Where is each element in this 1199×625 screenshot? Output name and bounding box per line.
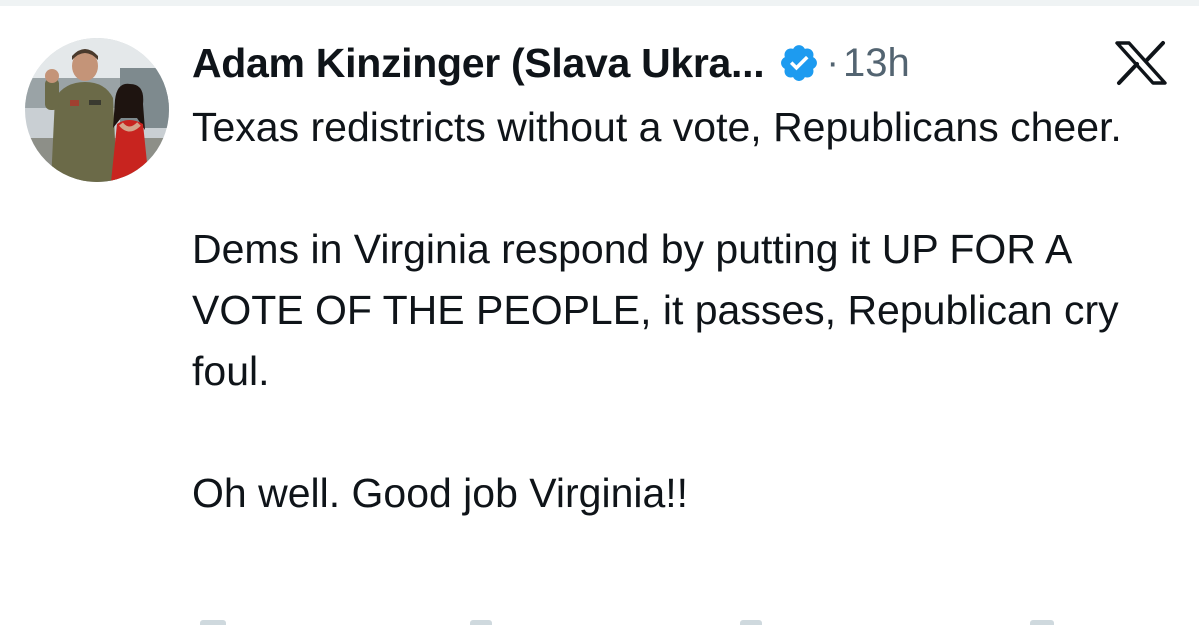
tweet-paragraph-3: Oh well. Good job Virginia!!: [192, 470, 689, 516]
separator-dot: ·: [826, 41, 839, 84]
tweet-header: Adam Kinzinger (Slava Ukra... · 13h: [192, 36, 910, 90]
tweet-paragraph-1: Texas redistricts without a vote, Republ…: [192, 104, 1122, 150]
timestamp[interactable]: 13h: [843, 41, 910, 86]
tweet-paragraph-2: Dems in Virginia respond by putting it U…: [192, 226, 1119, 394]
next-row-peek: [0, 616, 1199, 625]
avatar-photo: [25, 38, 169, 182]
tweet-text: Texas redistricts without a vote, Republ…: [192, 97, 1192, 524]
tweet[interactable]: Adam Kinzinger (Slava Ukra... · 13h Texa…: [0, 0, 1199, 625]
avatar[interactable]: [25, 38, 169, 182]
x-logo-icon[interactable]: [1113, 40, 1169, 86]
display-name[interactable]: Adam Kinzinger (Slava Ukra...: [192, 40, 765, 87]
verified-badge-icon[interactable]: [778, 42, 820, 84]
